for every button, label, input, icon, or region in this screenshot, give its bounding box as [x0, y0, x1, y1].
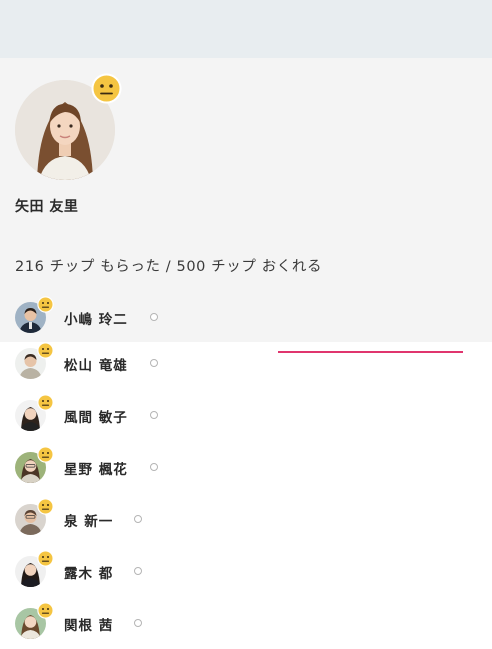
member-row[interactable]: 小嶋 玲二 [0, 296, 492, 342]
neutral-face-icon [37, 296, 54, 313]
chip-summary: 216 チップ もらった / 500 チップ おくれる [15, 259, 323, 275]
neutral-face-icon [37, 550, 54, 567]
member-row[interactable]: 泉 新一 [0, 498, 492, 550]
status-circle-icon [150, 313, 158, 321]
member-row[interactable]: 松山 竜雄 [0, 342, 492, 394]
status-circle-icon [150, 359, 158, 367]
member-name: 露木 都 [64, 566, 114, 582]
status-circle-icon [134, 567, 142, 575]
neutral-face-icon [91, 73, 122, 104]
neutral-face-icon [37, 342, 54, 359]
member-row[interactable]: 風間 敏子 [0, 394, 492, 446]
header-band [0, 0, 492, 58]
neutral-face-icon [37, 394, 54, 411]
member-row[interactable]: 露木 都 [0, 550, 492, 602]
following-member-list: 小嶋 玲二 松山 竜雄 風間 敏子 星野 楓花 泉 新一 露木 都 関根 茜 [0, 296, 492, 649]
status-circle-icon [150, 411, 158, 419]
status-circle-icon [150, 463, 158, 471]
neutral-face-icon [37, 446, 54, 463]
member-name: 松山 竜雄 [64, 358, 128, 374]
profile-name: 矢田 友里 [15, 199, 79, 215]
neutral-face-icon [37, 602, 54, 619]
member-name: 風間 敏子 [64, 410, 128, 426]
member-row[interactable]: 星野 楓花 [0, 446, 492, 498]
status-circle-icon [134, 619, 142, 627]
member-name: 小嶋 玲二 [64, 312, 128, 328]
profile-page: 矢田 友里 216 チップ もらった / 500 チップ おくれる つぶやき も… [0, 0, 492, 649]
member-row[interactable]: 関根 茜 [0, 602, 492, 649]
member-name: 関根 茜 [64, 618, 114, 634]
neutral-face-icon [37, 498, 54, 515]
member-name: 泉 新一 [64, 514, 114, 530]
status-circle-icon [134, 515, 142, 523]
member-name: 星野 楓花 [64, 462, 128, 478]
